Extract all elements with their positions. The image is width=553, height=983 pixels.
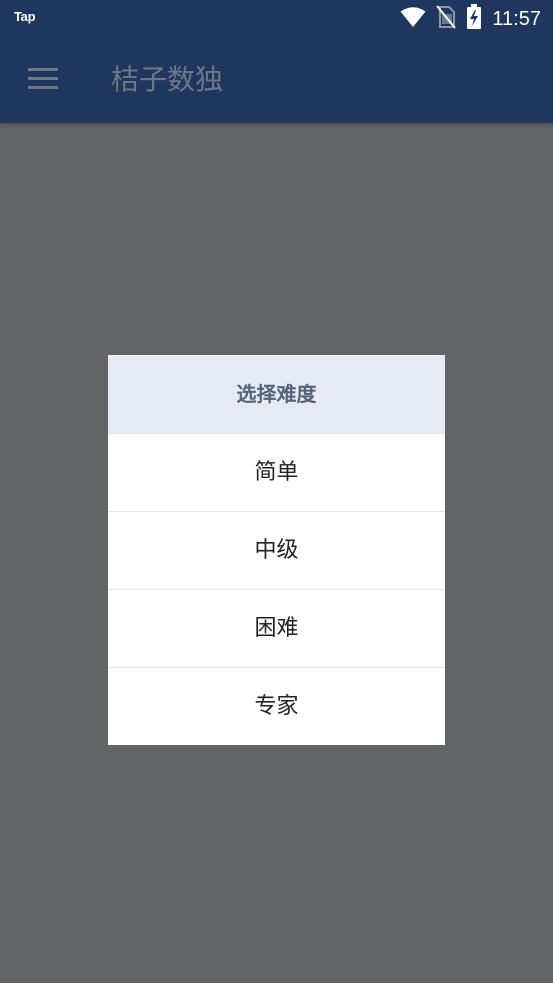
status-time: 11:57 bbox=[492, 8, 541, 30]
app-bar: 桔子数独 bbox=[0, 40, 553, 123]
difficulty-dialog: 选择难度 简单 中级 困难 专家 bbox=[108, 355, 445, 745]
option-expert[interactable]: 专家 bbox=[108, 667, 445, 745]
status-icons: 11:57 bbox=[400, 4, 541, 34]
status-bar: Tap 11:57 bbox=[0, 0, 553, 40]
option-easy[interactable]: 简单 bbox=[108, 433, 445, 511]
app-title: 桔子数独 bbox=[111, 63, 224, 96]
battery-charging-icon bbox=[466, 4, 482, 34]
hamburger-menu-icon[interactable] bbox=[28, 68, 58, 90]
carrier-label: Tap bbox=[14, 9, 36, 24]
wifi-icon bbox=[400, 6, 426, 32]
dialog-title: 选择难度 bbox=[108, 355, 445, 433]
no-sim-icon bbox=[436, 5, 457, 33]
option-hard[interactable]: 困难 bbox=[108, 589, 445, 667]
option-medium[interactable]: 中级 bbox=[108, 511, 445, 589]
